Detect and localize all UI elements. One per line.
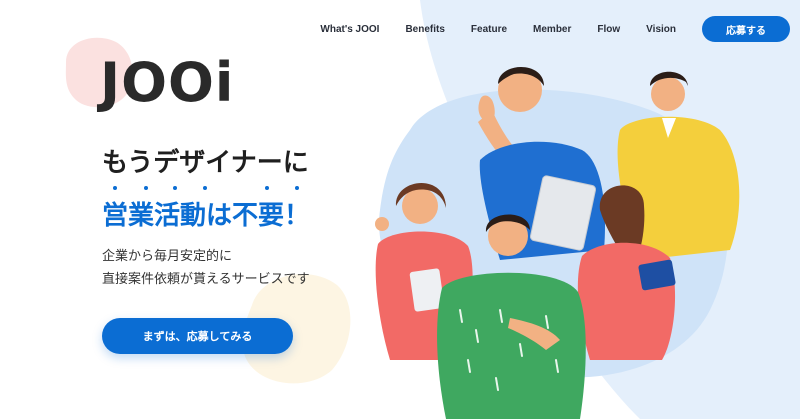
nav-link-vision[interactable]: Vision — [646, 24, 676, 35]
designer-team-illustration — [375, 67, 740, 419]
apply-now-button[interactable]: まずは、応募してみる — [102, 318, 293, 354]
nav-link-whats-jooi[interactable]: What's JOOI — [320, 24, 379, 35]
hero-description: 企業から毎月安定的に 直接案件依頼が貰えるサービスです — [102, 245, 310, 291]
top-navigation: What's JOOI Benefits Feature Member Flow… — [320, 16, 790, 42]
hero-headline-line2: 営業活動は不要！ — [102, 201, 311, 231]
hero-description-line1: 企業から毎月安定的に — [102, 249, 233, 264]
nav-link-member[interactable]: Member — [533, 24, 571, 35]
nav-link-flow[interactable]: Flow — [597, 24, 620, 35]
nav-link-feature[interactable]: Feature — [471, 24, 507, 35]
jooi-logo: JOOi — [100, 51, 235, 114]
nav-link-benefits[interactable]: Benefits — [405, 24, 444, 35]
hero-headline-line1: もうデザイナーに — [102, 148, 309, 178]
hero-description-line2: 直接案件依頼が貰えるサービスです — [102, 272, 310, 287]
nav-apply-button[interactable]: 応募する — [702, 16, 790, 42]
